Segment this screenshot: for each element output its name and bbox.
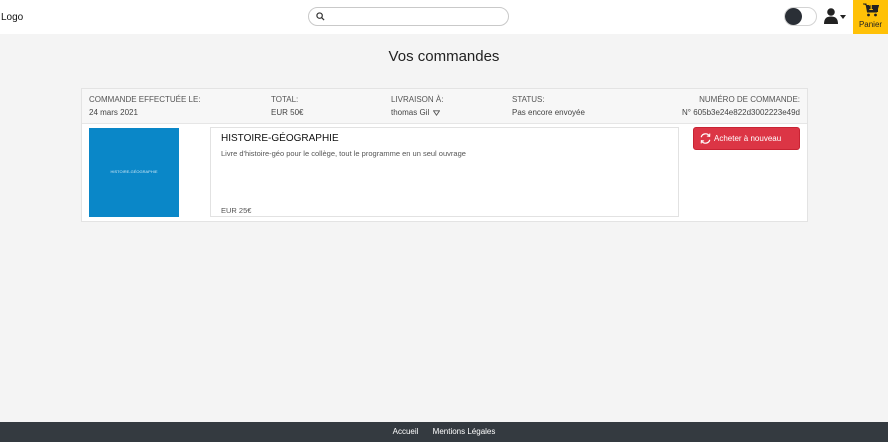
order-date-value: 24 mars 2021: [89, 108, 138, 117]
order-status-value: Pas encore envoyée: [512, 108, 585, 117]
chevron-down-icon: [433, 110, 441, 116]
chevron-down-icon[interactable]: [840, 15, 846, 19]
footer-links: Accueil Mentions Légales: [0, 427, 888, 436]
logo[interactable]: Logo: [1, 12, 23, 23]
order-total-value: EUR 50€: [271, 108, 304, 117]
footer-link-home[interactable]: Accueil: [393, 427, 419, 436]
product-thumbnail-text: HISTOIRE-GÉOGRAPHIE: [110, 169, 158, 174]
order-delivery-dropdown[interactable]: thomas Gil: [391, 107, 443, 118]
order-header: COMMANDE EFFECTUÉE LE: 24 mars 2021 TOTA…: [82, 89, 807, 124]
cart-button[interactable]: 1 Panier: [853, 0, 888, 34]
search-input[interactable]: [329, 8, 504, 25]
order-total-column: TOTAL: EUR 50€: [271, 94, 303, 118]
search-icon: [316, 12, 325, 21]
product-title[interactable]: HISTOIRE-GÉOGRAPHIE: [221, 133, 339, 144]
cart-label: Panier: [858, 20, 883, 29]
footer: Accueil Mentions Légales: [0, 422, 888, 442]
buy-again-label: Acheter à nouveau: [714, 134, 782, 143]
order-total-label: TOTAL:: [271, 95, 299, 104]
order-status-label: STATUS:: [512, 95, 545, 104]
top-navbar: Logo 1 Panier: [0, 0, 888, 34]
toggle-knob: [785, 8, 802, 25]
search-bar[interactable]: [308, 7, 509, 26]
order-delivery-label: LIVRAISON À:: [391, 95, 444, 104]
buy-again-button[interactable]: Acheter à nouveau: [693, 127, 800, 150]
order-status-column: STATUS: Pas encore envoyée: [512, 94, 585, 118]
order-number-column: NUMÉRO DE COMMANDE: N° 605b3e24e822d3002…: [682, 94, 800, 118]
product-description: Livre d'histoire-géo pour le collège, to…: [221, 149, 466, 158]
order-card: COMMANDE EFFECTUÉE LE: 24 mars 2021 TOTA…: [81, 88, 808, 222]
cart-count-badge: 1: [868, 3, 874, 12]
theme-toggle[interactable]: [784, 7, 817, 26]
refresh-icon: [700, 133, 711, 144]
user-icon[interactable]: [824, 8, 838, 24]
order-number-label: NUMÉRO DE COMMANDE:: [699, 95, 800, 104]
product-thumbnail[interactable]: HISTOIRE-GÉOGRAPHIE: [89, 128, 179, 217]
order-date-label: COMMANDE EFFECTUÉE LE:: [89, 95, 201, 104]
order-delivery-value: thomas Gil: [391, 108, 430, 117]
order-number-value: N° 605b3e24e822d3002223e49d: [682, 108, 800, 117]
product-details: HISTOIRE-GÉOGRAPHIE Livre d'histoire-géo…: [210, 127, 679, 217]
footer-link-legal[interactable]: Mentions Légales: [433, 427, 496, 436]
page-title: Vos commandes: [388, 48, 500, 65]
order-date-column: COMMANDE EFFECTUÉE LE: 24 mars 2021: [89, 94, 201, 118]
product-price: EUR 25€: [221, 206, 252, 215]
order-delivery-column: LIVRAISON À: thomas Gil: [391, 94, 443, 118]
